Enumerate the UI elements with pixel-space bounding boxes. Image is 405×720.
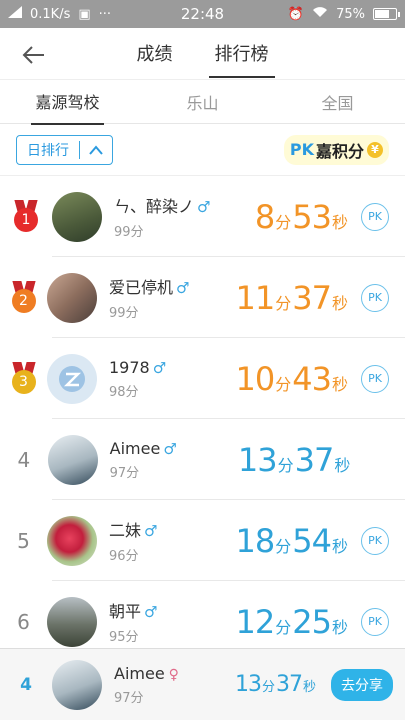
tab-national[interactable]: 全国 — [270, 90, 405, 114]
back-button[interactable] — [18, 40, 48, 70]
net-speed: 0.1K/s — [30, 6, 71, 22]
avatar[interactable] — [47, 353, 97, 404]
my-rank-number: 4 — [20, 674, 32, 695]
my-avatar[interactable] — [52, 659, 102, 710]
period-label: 日排行 — [27, 142, 69, 159]
ranking-row[interactable]: 2 爱已停机 ♂ 99分 11 分 37 秒 PK — [0, 257, 405, 338]
user-score: 98分 — [109, 384, 139, 400]
male-icon: ♂ — [176, 279, 190, 297]
male-icon: ♂ — [152, 358, 167, 377]
user-name: 爱已停机 — [109, 278, 174, 297]
user-score: 99分 — [109, 306, 139, 321]
tab-leaderboard[interactable]: 排行榜 — [208, 30, 275, 78]
male-icon: ♂ — [144, 603, 158, 621]
rank-number: 6 — [17, 609, 30, 634]
default-avatar-icon — [59, 365, 85, 392]
time-value: 18 分 54 秒 — [235, 521, 348, 560]
my-score: 97分 — [114, 690, 144, 706]
time-value: 11 分 37 秒 — [235, 278, 348, 317]
my-name: Aimee — [114, 663, 165, 683]
avatar[interactable] — [47, 272, 97, 323]
user-score: 97分 — [109, 465, 140, 481]
user-name: 1978 — [109, 357, 150, 377]
time-value: 13 分 37 秒 — [237, 440, 351, 479]
more-icon: ··· — [98, 6, 112, 22]
user-name: Aimee — [109, 438, 161, 458]
avatar[interactable] — [47, 434, 98, 485]
my-rank-bar: 4 Aimee ♀ 97分 13 分 37 秒 去分享 — [0, 648, 405, 720]
female-icon: ♀ — [168, 666, 179, 683]
male-icon: ♂ — [163, 439, 177, 458]
medal-3-icon: 3 — [11, 361, 37, 396]
tab-scores[interactable]: 成绩 — [131, 30, 179, 78]
back-arrow-icon — [22, 46, 44, 64]
pk-text: PK — [289, 140, 314, 159]
coin-icon: ¥ — [367, 141, 383, 158]
time-value: 10 分 43 秒 — [235, 359, 348, 398]
user-score: 95分 — [109, 630, 139, 645]
avatar[interactable] — [47, 596, 97, 647]
avatar[interactable] — [52, 191, 102, 242]
medal-2-icon: 2 — [11, 280, 37, 315]
pk-button[interactable]: PK — [361, 607, 389, 636]
region-tabs: 嘉源驾校 乐山 全国 — [0, 79, 405, 125]
male-icon: ♂ — [197, 198, 211, 216]
avatar[interactable] — [47, 515, 97, 566]
male-icon: ♂ — [144, 522, 158, 540]
pk-button[interactable]: PK — [361, 364, 389, 393]
sim-icon: ▣ — [78, 6, 91, 22]
tab-school-label: 嘉源驾校 — [31, 79, 104, 125]
ranking-row[interactable]: 5 二妹 ♂ 96分 18 分 54 秒 PK — [0, 500, 405, 581]
user-score: 99分 — [114, 225, 144, 240]
pk-button[interactable]: PK — [361, 202, 389, 231]
my-time-value: 13 分 37 秒 — [234, 672, 316, 697]
user-name: 朝平 — [109, 602, 142, 621]
filter-row: 日排行 PK 嘉积分 ¥ — [0, 124, 405, 176]
ranking-row[interactable]: 4 Aimee ♂ 97分 13 分 37 秒 — [0, 419, 405, 500]
rank-number: 5 — [17, 528, 30, 553]
medal-1-icon: 1 — [13, 199, 39, 234]
time-value: 12 分 25 秒 — [235, 602, 348, 641]
period-dropdown[interactable]: 日排行 — [16, 134, 113, 165]
pk-button[interactable]: PK — [361, 283, 389, 312]
user-name: ㄣ、醉染ノ — [114, 197, 195, 216]
chevron-up-icon — [80, 144, 112, 155]
pk-title: 嘉积分 — [315, 141, 364, 161]
user-name: 二妹 — [109, 521, 142, 540]
signal-icon — [8, 6, 22, 22]
ranking-list: 1 ㄣ、醉染ノ ♂ 99分 8 分 53 秒 PK 2 爱已停机 ♂ 99分 11 分 37 秒… — [0, 176, 405, 662]
time-value: 8 分 53 秒 — [254, 197, 348, 236]
pk-button[interactable]: PK — [361, 526, 389, 555]
tab-school[interactable]: 嘉源驾校 — [0, 79, 135, 125]
ranking-row[interactable]: 3 1978 ♂ 98分 10 分 43 秒 PK — [0, 338, 405, 419]
battery-percent: 75% — [336, 6, 365, 22]
battery-icon — [373, 8, 400, 20]
wifi-icon — [312, 6, 328, 22]
tab-city[interactable]: 乐山 — [135, 90, 270, 114]
ranking-row[interactable]: 1 ㄣ、醉染ノ ♂ 99分 8 分 53 秒 PK — [0, 176, 405, 257]
alarm-icon: ⏰ — [287, 6, 305, 22]
status-bar: 0.1K/s ▣ ··· 22:48 ⏰ 75% — [0, 0, 405, 28]
user-score: 96分 — [109, 549, 139, 564]
rank-number: 4 — [17, 447, 31, 472]
share-button[interactable]: 去分享 — [331, 668, 393, 701]
pk-points-banner[interactable]: PK 嘉积分 ¥ — [283, 134, 389, 165]
nav-bar: 成绩 排行榜 — [0, 28, 405, 80]
